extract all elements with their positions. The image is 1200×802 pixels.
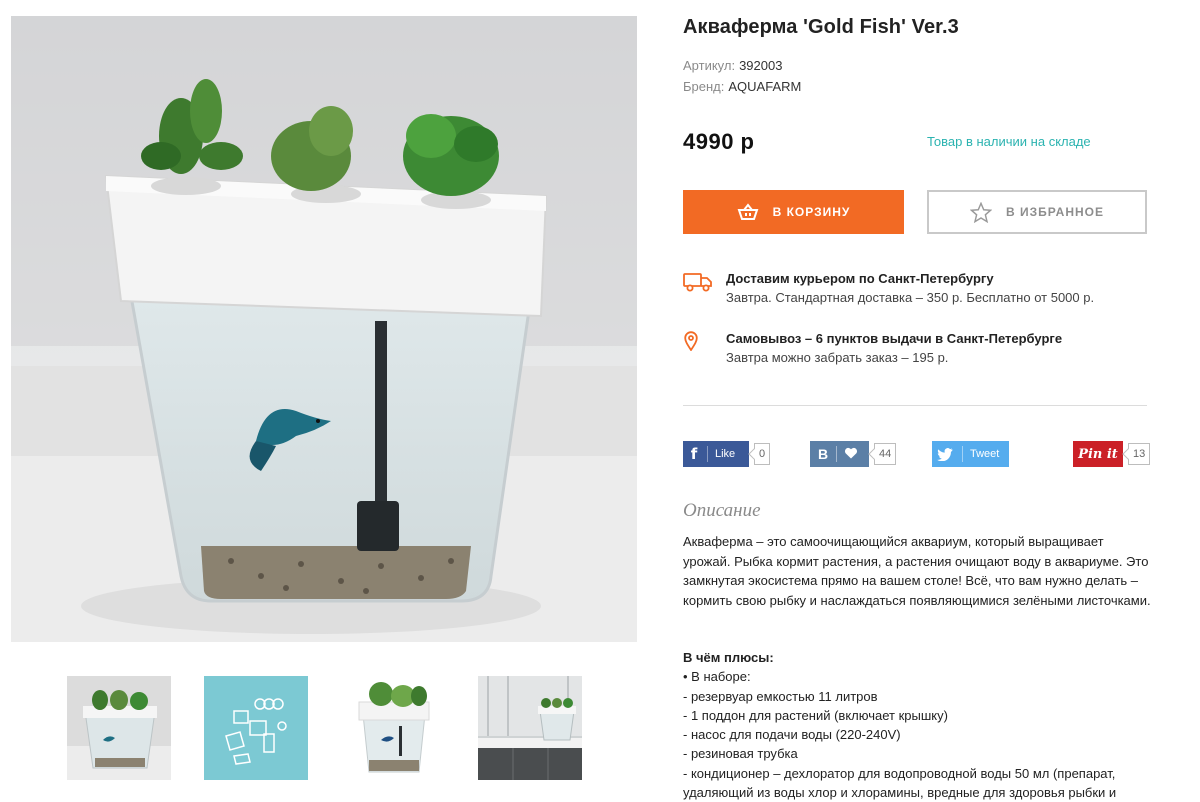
pros-item: - кондиционер – дехлоратор для водопрово…: [683, 765, 1116, 781]
sku-value: 392003: [739, 58, 783, 73]
separator: [836, 446, 837, 462]
brand-row: Бренд: AQUAFARM: [683, 79, 801, 94]
heart-icon: [844, 447, 858, 462]
divider: [683, 405, 1147, 406]
pros-item: - резервуар емкостью 11 литров: [683, 688, 878, 704]
aquafarm-photo: [11, 16, 637, 642]
thumbnail-1[interactable]: [67, 676, 171, 780]
pinterest-pin-count: 13: [1128, 443, 1151, 465]
delivery-pickup-title: Самовывоз – 6 пунктов выдачи в Санкт-Пет…: [726, 331, 1063, 346]
delivery-courier-title: Доставим курьером по Санкт-Петербургу: [726, 271, 994, 286]
vk-share-button[interactable]: B 44: [810, 441, 897, 467]
facebook-like-label: Like: [715, 448, 736, 460]
separator: [707, 446, 708, 462]
star-icon: [969, 201, 992, 223]
product-price: 4990 р: [683, 129, 755, 154]
product-main-photo[interactable]: [11, 16, 637, 642]
brand-label: Бренд:: [683, 79, 725, 94]
truck-icon: [683, 271, 713, 298]
thumbnail-4-image: [478, 676, 582, 780]
add-to-favorites-label: В ИЗБРАННОЕ: [1005, 205, 1105, 219]
pros-title: В чём плюсы:: [683, 650, 774, 665]
facebook-like-button[interactable]: f Like 0: [683, 441, 771, 467]
pinterest-pin-label: Pin it: [1078, 446, 1118, 462]
product-title: Акваферма 'Gold Fish' Ver.3: [683, 16, 959, 38]
add-to-cart-label: В КОРЗИНУ: [772, 205, 851, 219]
thumbnail-strip: [0, 676, 650, 782]
pros-item: - 1 поддон для растений (включает крышку…: [683, 707, 948, 723]
sku-label: Артикул:: [683, 58, 736, 73]
thumbnail-4[interactable]: [478, 676, 582, 780]
vk-share-count: 44: [874, 443, 897, 465]
facebook-like-count: 0: [754, 443, 771, 465]
delivery-courier-text: Завтра. Стандартная доставка – 350 р. Бе…: [726, 290, 1095, 305]
thumbnail-3-image: [341, 676, 445, 780]
facebook-icon: f: [690, 445, 698, 463]
thumbnail-2-image: [204, 676, 308, 780]
twitter-bird-icon: [932, 447, 958, 461]
add-to-favorites-button[interactable]: В ИЗБРАННОЕ: [927, 190, 1147, 234]
pros-item: • В наборе:: [683, 669, 751, 685]
separator: [962, 446, 963, 462]
pinterest-pin-button[interactable]: Pin it 13: [1073, 441, 1151, 467]
twitter-tweet-label: Tweet: [970, 448, 1000, 460]
sku-row: Артикул: 392003: [683, 58, 782, 73]
stock-status: Товар в наличии на складе: [927, 134, 1091, 149]
brand-value[interactable]: AQUAFARM: [728, 79, 801, 94]
basket-icon: [737, 203, 759, 221]
description-text: Акваферма – это самоочищающийся аквариум…: [683, 532, 1153, 610]
pros-item: - резиновая трубка: [683, 746, 798, 762]
add-to-cart-button[interactable]: В КОРЗИНУ: [683, 190, 904, 234]
pros-list: В чём плюсы: • В наборе: - резервуар емк…: [683, 648, 1153, 802]
description-title: Описание: [683, 500, 761, 521]
twitter-tweet-button[interactable]: Tweet: [932, 441, 1009, 467]
thumbnail-2[interactable]: [204, 676, 308, 780]
thumbnail-1-image: [67, 676, 171, 780]
pros-item: - насос для подачи воды (220-240V): [683, 727, 901, 743]
thumbnail-3[interactable]: [341, 676, 445, 780]
delivery-pickup-text: Завтра можно забрать заказ – 195 р.: [726, 350, 949, 365]
vk-icon: B: [817, 446, 829, 462]
map-pin-icon: [684, 331, 698, 356]
description-paragraph: Акваферма – это самоочищающийся аквариум…: [683, 534, 1151, 608]
